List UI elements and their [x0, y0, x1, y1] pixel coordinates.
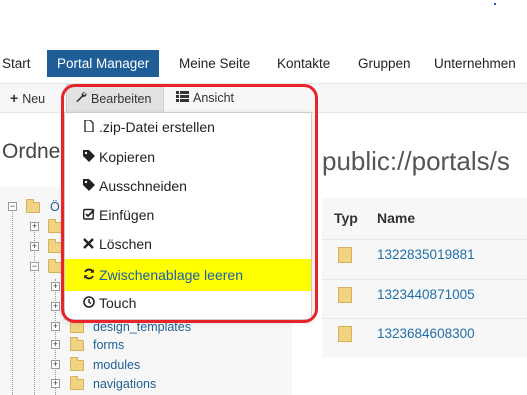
- tree-row[interactable]: +: [0, 279, 70, 297]
- new-button[interactable]: + Neu: [10, 84, 45, 112]
- nav-item-gruppen[interactable]: Gruppen: [358, 50, 411, 77]
- tree-row[interactable]: −: [0, 259, 70, 277]
- expand-icon[interactable]: +: [30, 222, 39, 231]
- folder-icon: [48, 259, 62, 273]
- file-name-link[interactable]: 1322835019881: [377, 247, 475, 262]
- tree-row[interactable]: +: [0, 299, 70, 317]
- corner-dot: [494, 3, 496, 5]
- menu-item-label: Löschen: [99, 236, 152, 252]
- tree-label[interactable]: design_templates: [93, 320, 191, 334]
- file-name-link[interactable]: 1323440871005: [377, 287, 475, 302]
- tree-row[interactable]: +: [0, 219, 70, 237]
- folder-icon: [48, 239, 62, 253]
- edit-button[interactable]: Bearbeiten: [66, 84, 164, 113]
- expand-icon[interactable]: +: [51, 360, 60, 369]
- tree-label[interactable]: navigations: [93, 377, 156, 391]
- toolbar: + Neu Bearbeiten Ansicht: [0, 83, 527, 113]
- expand-icon[interactable]: +: [51, 302, 60, 311]
- clock-icon: [81, 290, 96, 318]
- folder-icon: [26, 199, 40, 213]
- tree-row-design-templates[interactable]: + design_templates: [0, 319, 292, 337]
- menu-item-delete[interactable]: Löschen: [65, 230, 311, 258]
- tag-icon: [81, 144, 96, 172]
- menu-item-label: Zwischenablage leeren: [99, 267, 243, 283]
- list-icon: [176, 84, 189, 112]
- folder-path: public://portals/s: [322, 146, 510, 176]
- menu-item-clear-clipboard[interactable]: Zwischenablage leeren: [65, 259, 311, 291]
- folder-icon: [48, 219, 62, 233]
- menu-item-touch[interactable]: Touch: [65, 289, 311, 317]
- column-header-type[interactable]: Typ: [334, 210, 358, 226]
- tree-row[interactable]: +: [0, 239, 70, 257]
- folder-icon: [70, 337, 84, 351]
- nav-item-portal-manager[interactable]: Portal Manager: [47, 50, 160, 77]
- table-row[interactable]: 1322835019881: [322, 239, 527, 269]
- tree-row-modules[interactable]: + modules: [0, 357, 292, 375]
- refresh-icon: [81, 260, 96, 292]
- edit-dropdown-menu: .zip-Datei erstellen Kopieren Ausschneid…: [64, 112, 312, 320]
- check-square-icon: [81, 202, 96, 230]
- expand-icon[interactable]: +: [51, 340, 60, 349]
- expand-icon[interactable]: +: [51, 322, 60, 331]
- folder-icon: [338, 247, 352, 263]
- table-row[interactable]: 1323684608300: [322, 318, 527, 348]
- page-title: Ordne: [2, 140, 61, 163]
- view-button-label: Ansicht: [193, 91, 234, 105]
- folder-icon: [338, 287, 352, 303]
- nav-item-start[interactable]: Start: [2, 50, 31, 77]
- top-nav: Start Portal Manager Meine Seite Kontakt…: [0, 50, 527, 77]
- tree-row-navigations[interactable]: + navigations: [0, 376, 292, 394]
- edit-button-label: Bearbeiten: [91, 92, 152, 106]
- menu-item-label: Touch: [99, 295, 137, 311]
- collapse-icon[interactable]: −: [8, 202, 17, 211]
- menu-item-paste[interactable]: Einfügen: [65, 201, 311, 229]
- tree-root-label[interactable]: Ö: [50, 200, 60, 214]
- menu-item-cut[interactable]: Ausschneiden: [65, 172, 311, 200]
- nav-item-kontakte[interactable]: Kontakte: [277, 50, 330, 77]
- menu-item-label: .zip-Datei erstellen: [99, 119, 215, 135]
- nav-item-unternehmen[interactable]: Unternehmen: [434, 50, 516, 77]
- folder-icon: [70, 376, 84, 390]
- tree-label[interactable]: modules: [93, 358, 140, 372]
- folder-icon: [338, 326, 352, 342]
- plus-icon: +: [10, 90, 19, 106]
- tree-label[interactable]: forms: [93, 338, 124, 352]
- x-icon: [81, 231, 96, 259]
- table-row[interactable]: 1323440871005: [322, 279, 527, 309]
- menu-item-copy[interactable]: Kopieren: [65, 143, 311, 171]
- menu-item-label: Ausschneiden: [99, 178, 187, 194]
- file-name-link[interactable]: 1323684608300: [377, 326, 475, 341]
- tree-row-forms[interactable]: + forms: [0, 337, 292, 355]
- wrench-icon: [75, 85, 87, 113]
- collapse-icon[interactable]: −: [30, 262, 39, 271]
- nav-item-meine-seite[interactable]: Meine Seite: [179, 50, 250, 77]
- column-header-name[interactable]: Name: [377, 210, 415, 226]
- view-button[interactable]: Ansicht: [176, 84, 234, 112]
- menu-item-label: Kopieren: [99, 149, 156, 165]
- menu-item-create-zip[interactable]: .zip-Datei erstellen: [65, 113, 311, 141]
- file-icon: [81, 114, 96, 142]
- new-button-label: Neu: [22, 92, 46, 106]
- expand-icon[interactable]: +: [30, 242, 39, 251]
- tag-icon: [81, 173, 96, 201]
- folder-icon: [70, 319, 84, 333]
- folder-icon: [70, 357, 84, 371]
- expand-icon[interactable]: +: [51, 282, 60, 291]
- expand-icon[interactable]: +: [51, 379, 60, 388]
- menu-item-label: Einfügen: [99, 207, 155, 223]
